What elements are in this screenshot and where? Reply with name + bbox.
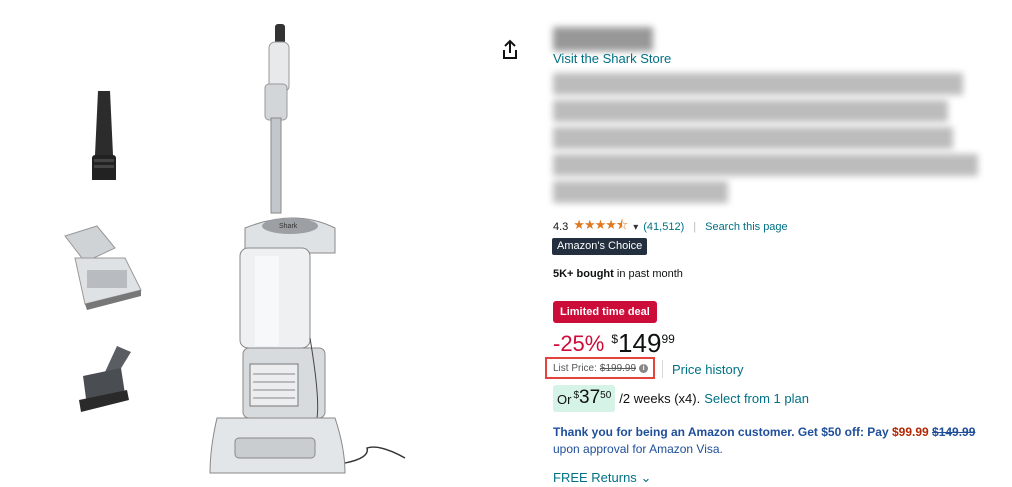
- bought-count: 5K+ bought: [553, 268, 614, 280]
- price-block: -25% $ 149 99: [553, 328, 675, 358]
- offer-old-price: $149.99: [932, 425, 976, 439]
- amazons-choice-badge[interactable]: Amazon's Choice: [552, 238, 648, 255]
- thumbnail-dusting-brush[interactable]: [65, 340, 155, 435]
- chevron-down-icon[interactable]: ▾: [633, 222, 638, 233]
- select-plan-link[interactable]: Select from 1 plan: [704, 391, 809, 406]
- list-price-label: List Price:: [553, 363, 597, 374]
- list-price: List Price: $199.99 i: [553, 363, 649, 374]
- separator: |: [693, 221, 697, 233]
- price-fraction: 99: [661, 332, 675, 346]
- plan-or-label: Or: [557, 392, 572, 407]
- plan-whole: 37: [579, 387, 601, 408]
- product-title-redacted-line1: [553, 73, 963, 95]
- chevron-down-icon: ⌄: [640, 470, 652, 485]
- thumbnail-pet-tool[interactable]: [55, 218, 145, 313]
- product-title-redacted-line5: [553, 181, 728, 203]
- free-returns-label: FREE Returns: [553, 470, 637, 485]
- thumbnail-crevice-tool[interactable]: [60, 85, 150, 180]
- search-this-page-link[interactable]: Search this page: [705, 221, 788, 233]
- ratings-count-link[interactable]: (41,512): [643, 221, 684, 233]
- divider: [662, 360, 663, 378]
- price-currency: $: [611, 332, 619, 346]
- price-history-link[interactable]: Price history: [672, 362, 744, 377]
- svg-text:Shark: Shark: [279, 223, 298, 230]
- visit-store-link[interactable]: Visit the Shark Store: [553, 51, 671, 66]
- bought-period: in past month: [613, 268, 683, 280]
- visa-offer[interactable]: Thank you for being an Amazon customer. …: [553, 424, 1003, 458]
- price-whole: 149: [618, 328, 662, 358]
- rating-row: 4.3 ★★★★⯪ ▾ (41,512) | Search this page: [553, 216, 788, 238]
- payment-plan-row: Or $ 37 50 /2 weeks (x4). Select from 1 …: [553, 385, 809, 412]
- product-title-redacted-line3: [553, 127, 953, 149]
- share-icon[interactable]: [500, 39, 520, 61]
- info-icon[interactable]: i: [639, 364, 649, 373]
- offer-condition: upon approval for Amazon Visa.: [553, 442, 723, 456]
- list-price-value: $199.99: [599, 363, 637, 374]
- product-title-redacted-line2: [553, 100, 948, 122]
- plan-fraction: 50: [600, 390, 612, 401]
- offer-new-price: $99.99: [891, 425, 929, 439]
- limited-time-deal-badge: Limited time deal: [553, 301, 657, 323]
- plan-terms: /2 weeks (x4).: [619, 391, 701, 406]
- free-returns-link[interactable]: FREE Returns ⌄: [553, 470, 651, 486]
- main-product-image[interactable]: Shark: [195, 18, 435, 483]
- rating-value: 4.3: [553, 221, 569, 233]
- discount-percent: -25%: [553, 331, 605, 356]
- brand-name-redacted: [553, 27, 653, 51]
- bought-in-past-month: 5K+ bought in past month: [553, 268, 683, 280]
- product-title-redacted-line4: [553, 154, 978, 176]
- star-rating-icon[interactable]: ★★★★⯪: [573, 216, 628, 238]
- installment-price-pill: Or $ 37 50: [553, 385, 616, 412]
- offer-text: Thank you for being an Amazon customer. …: [553, 425, 889, 439]
